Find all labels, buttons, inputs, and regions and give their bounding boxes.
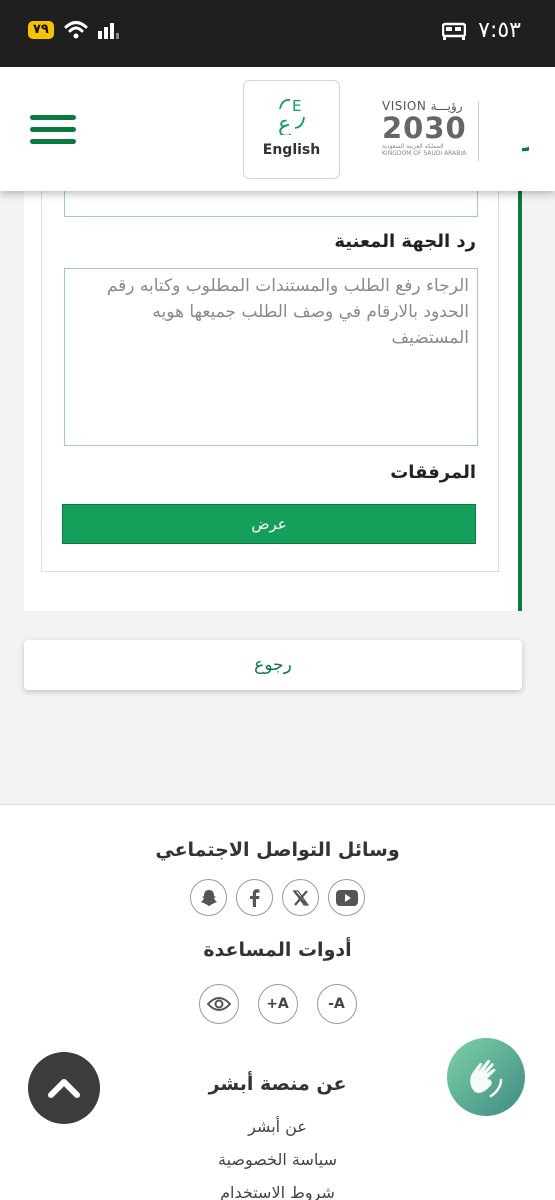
footer: وسائل التواصل الاجتماعي أدوات المساعدة +…	[0, 804, 555, 1200]
eye-icon[interactable]	[198, 984, 239, 1024]
menu-icon[interactable]	[30, 115, 76, 145]
accessibility-tools-title: أدوات المساعدة	[203, 939, 352, 961]
svg-text:أبشر: أبشر	[521, 119, 529, 152]
vision-2030-logo: VISION رؤيـــة 2030 المملكة العربية السع…	[382, 99, 467, 157]
decrease-font-button[interactable]: -A	[316, 984, 357, 1024]
terms-of-use-link[interactable]: شروط الاستخدام	[0, 1183, 555, 1200]
svg-text:E: E	[292, 97, 301, 115]
request-details-card: رد الجهة المعنية الرجاء رفع الطلب والمست…	[24, 191, 522, 611]
battery-indicator: ٧٩	[28, 21, 54, 39]
status-bar: ٧٩ ٧:٥٣	[0, 0, 555, 67]
request-details-panel: رد الجهة المعنية الرجاء رفع الطلب والمست…	[41, 191, 499, 572]
absher-logo: أبشر	[478, 101, 555, 161]
social-media-title: وسائل التواصل الاجتماعي	[155, 839, 400, 861]
bed-icon	[442, 22, 467, 40]
language-icon: E ع	[278, 97, 305, 135]
x-icon[interactable]	[282, 879, 319, 916]
back-button[interactable]: رجوع	[24, 640, 522, 690]
sign-language-button[interactable]	[447, 1038, 525, 1116]
signal-icon	[97, 23, 119, 39]
increase-font-button[interactable]: +A	[257, 984, 298, 1024]
svg-text:ع: ع	[278, 112, 291, 135]
accessibility-tools-row: +A -A	[0, 984, 555, 1024]
attachments-label: المرفقات	[390, 462, 476, 483]
about-absher-link[interactable]: عن أبشر	[0, 1117, 555, 1136]
youtube-icon[interactable]	[328, 879, 365, 916]
app-header: E ع English VISION رؤيـــة 2030 المملكة …	[0, 67, 555, 191]
wifi-icon	[64, 21, 88, 39]
reply-textarea: الرجاء رفع الطلب والمستندات المطلوب وكتا…	[64, 268, 478, 446]
scroll-to-top-button[interactable]	[28, 1052, 100, 1124]
view-attachment-button[interactable]: عرض	[62, 504, 476, 544]
chevron-up-icon	[48, 1079, 80, 1098]
clock: ٧:٥٣	[478, 18, 521, 43]
language-toggle-button[interactable]: E ع English	[243, 80, 340, 179]
previous-field	[64, 191, 478, 217]
social-icons-row	[0, 879, 555, 916]
language-label: English	[262, 142, 321, 158]
privacy-policy-link[interactable]: سياسة الخصوصية	[0, 1150, 555, 1169]
facebook-icon[interactable]	[236, 879, 273, 916]
sign-language-icon	[470, 1059, 503, 1098]
reply-label: رد الجهة المعنية	[334, 231, 476, 252]
snapchat-icon[interactable]	[190, 879, 227, 916]
